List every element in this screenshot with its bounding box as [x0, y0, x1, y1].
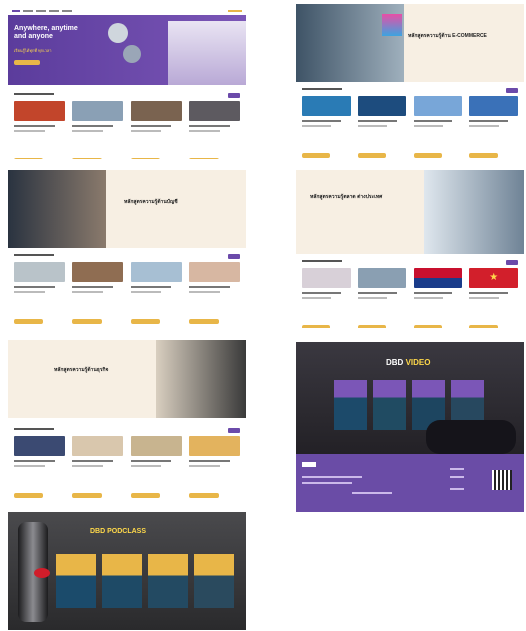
hero-handshake-image [424, 170, 524, 254]
hero-banner: หลักสูตรความรู้ด้านธุรกิจ [8, 340, 246, 418]
footer-text [302, 482, 352, 484]
course-card[interactable] [130, 428, 182, 500]
podcast-tile[interactable] [102, 554, 142, 608]
course-card[interactable] [189, 254, 240, 328]
card-button[interactable] [357, 153, 386, 158]
card-button[interactable] [469, 153, 498, 158]
card-button[interactable] [14, 158, 44, 159]
course-card[interactable] [189, 93, 240, 159]
card-button[interactable] [302, 325, 331, 328]
podcast-tile[interactable] [194, 554, 234, 608]
card-button[interactable] [72, 319, 102, 324]
video-tile[interactable] [334, 380, 367, 430]
deco-circle [123, 45, 141, 63]
course-card[interactable] [357, 260, 407, 328]
course-card[interactable] [357, 88, 407, 162]
course-card[interactable] [302, 260, 351, 328]
course-card[interactable] [14, 93, 65, 159]
podclass-title: DBD PODCLASS [90, 528, 147, 535]
card-button[interactable] [357, 325, 386, 328]
footer-logo [302, 462, 316, 467]
podcast-tile[interactable] [56, 554, 96, 608]
hero-banner: หลักสูตรความรู้ด้านบัญชี [8, 170, 246, 248]
panel-dbd-podclass: DBD PODCLASS [8, 512, 246, 630]
hero-woman-image [156, 340, 246, 418]
course-card[interactable] [14, 428, 65, 500]
hero-people-image [168, 21, 246, 85]
card-button[interactable] [130, 493, 161, 498]
course-card[interactable] [413, 88, 463, 162]
card-button[interactable] [130, 158, 161, 159]
footer-link[interactable] [450, 476, 464, 478]
star-icon: ★ [469, 268, 518, 288]
hero-banner: Anywhere, anytime and anyone เรียนรู้ได้… [8, 15, 246, 85]
course-card[interactable] [72, 428, 124, 500]
course-card[interactable] [302, 88, 351, 162]
camera-image [426, 420, 516, 454]
card-button[interactable] [130, 319, 161, 324]
footer-link[interactable] [450, 468, 464, 470]
hero-banner: หลักสูตรความรู้ตลาด ต่างประเทศ [296, 170, 524, 254]
footer-link[interactable] [450, 488, 464, 490]
footer-text [302, 476, 362, 478]
card-button[interactable] [469, 325, 498, 328]
hero-woman-image [8, 170, 106, 248]
course-card[interactable] [413, 260, 463, 328]
panel-ecommerce: หลักสูตรความรู้ด้าน E-COMMERCE [296, 4, 524, 162]
course-card[interactable] [14, 254, 65, 328]
hero-title: หลักสูตรความรู้ด้านธุรกิจ [54, 367, 109, 373]
footer [296, 454, 524, 512]
course-card[interactable] [130, 254, 182, 328]
title-white: DBD [386, 358, 404, 367]
card-button[interactable] [302, 153, 331, 158]
card-button[interactable] [413, 325, 442, 328]
footer-text [352, 492, 392, 494]
mic-red-ring [34, 568, 50, 578]
qr-code [492, 470, 512, 490]
hero-banner: หลักสูตรความรู้ด้าน E-COMMERCE [296, 4, 524, 82]
video-title: DBD VIDEO [386, 358, 430, 367]
panel-dbd-video: DBD VIDEO [296, 342, 524, 512]
podcast-tile[interactable] [148, 554, 188, 608]
course-card[interactable] [130, 93, 182, 159]
top-nav [8, 7, 246, 15]
card-button[interactable] [189, 319, 219, 324]
panel-business: หลักสูตรความรู้ด้านธุรกิจ [8, 340, 246, 500]
deco-blocks [382, 14, 402, 36]
card-button[interactable] [189, 158, 219, 159]
card-button[interactable] [189, 493, 219, 498]
course-card[interactable]: ★ [469, 260, 518, 328]
hero-title: หลักสูตรความรู้ตลาด ต่างประเทศ [310, 194, 383, 200]
panel-anywhere: Anywhere, anytime and anyone เรียนรู้ได้… [8, 7, 246, 159]
video-tile[interactable] [373, 380, 406, 430]
card-button[interactable] [72, 493, 102, 498]
panel-foreign-market: หลักสูตรความรู้ตลาด ต่างประเทศ ★ [296, 170, 524, 328]
course-card[interactable] [189, 428, 240, 500]
hero-cta-button[interactable] [14, 60, 40, 65]
title-yellow: VIDEO [405, 358, 431, 367]
hero-title: หลักสูตรความรู้ด้าน E-COMMERCE [408, 33, 487, 39]
podclass-tiles [56, 554, 234, 608]
card-button[interactable] [14, 493, 44, 498]
card-button[interactable] [72, 158, 102, 159]
course-card[interactable] [72, 254, 124, 328]
panel-accounting: หลักสูตรความรู้ด้านบัญชี [8, 170, 246, 328]
course-card[interactable] [469, 88, 518, 162]
card-button[interactable] [413, 153, 442, 158]
hero-title: หลักสูตรความรู้ด้านบัญชี [124, 199, 178, 205]
deco-circle [108, 23, 128, 43]
hero-subtitle: เรียนรู้ได้ทุกที่ ทุกเวลา [14, 48, 52, 53]
card-button[interactable] [14, 319, 44, 324]
course-card[interactable] [72, 93, 124, 159]
hero-title: Anywhere, anytime and anyone [14, 25, 78, 40]
